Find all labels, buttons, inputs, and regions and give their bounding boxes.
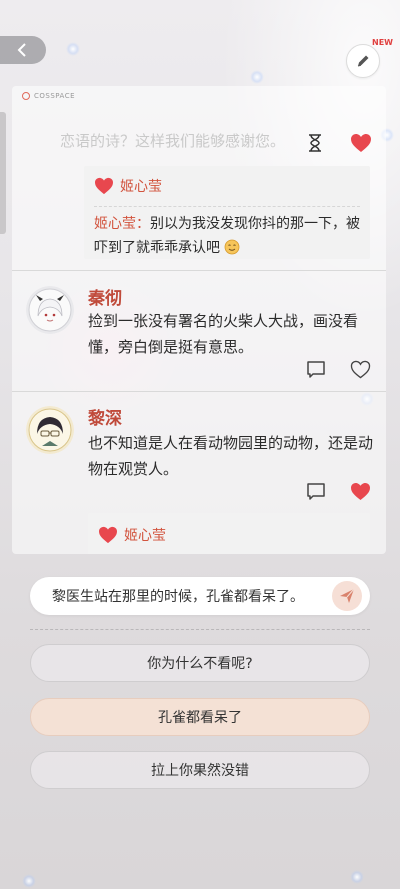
likes-reply-block: 姬心莹 姬心莹：别以为我没发现你抖的那一下，被吓到了就乖乖承认吧 xyxy=(84,166,370,259)
reply-author[interactable]: 姬心莹： xyxy=(94,216,150,232)
comment-text: 也不知道是人在看动物园里的动物，还是动物在观赏人。 xyxy=(88,434,374,478)
comment-text: 捡到一张没有署名的火柴人大战，画没看懂，旁白倒是挺有意思。 xyxy=(88,312,359,356)
reply-line[interactable]: 姬心莹：别以为我没发现你抖的那一下，被吓到了就乖乖承认吧 xyxy=(94,212,362,260)
paper-plane-icon xyxy=(340,588,355,603)
reply-option[interactable]: 拉上你果然没错 xyxy=(30,751,370,789)
avatar[interactable] xyxy=(26,286,74,334)
post-text-faded: 恋语的诗？这样我们能够感谢您。 xyxy=(60,132,286,150)
like-heart-icon[interactable] xyxy=(350,482,371,501)
side-scroll-handle[interactable] xyxy=(0,112,6,234)
chevron-left-icon xyxy=(17,43,26,57)
liker-name[interactable]: 姬心莹 xyxy=(120,176,162,196)
comment-bubble-icon[interactable] xyxy=(306,360,326,379)
reply-input-value: 黎医生站在那里的时候，孔雀都看呆了。 xyxy=(52,589,304,605)
reply-input[interactable]: 黎医生站在那里的时候，孔雀都看呆了。 xyxy=(30,577,370,615)
brand-mark-icon xyxy=(22,92,30,100)
reply-option-selected[interactable]: 孔雀都看呆了 xyxy=(30,698,370,736)
liker-name[interactable]: 姬心莹 xyxy=(124,525,166,545)
pencil-icon xyxy=(357,55,369,67)
avatar[interactable] xyxy=(26,406,74,454)
smile-emoji-icon xyxy=(225,239,240,255)
comment-bubble-icon[interactable] xyxy=(306,482,326,501)
moments-card[interactable]: COSSPACE 恋语的诗？这样我们能够感谢您。 姬心莹 姬心莹：别以为我没发现… xyxy=(12,86,386,554)
hourglass-icon[interactable] xyxy=(308,134,322,152)
divider xyxy=(30,629,370,630)
commenter-name[interactable]: 黎深 xyxy=(88,404,122,429)
edit-button[interactable] xyxy=(346,44,380,78)
divider xyxy=(94,206,360,207)
new-badge: NEW xyxy=(372,38,393,47)
likes-block: 姬心莹 xyxy=(88,513,370,554)
divider xyxy=(12,270,386,271)
commenter-name[interactable]: 秦彻 xyxy=(88,284,122,309)
brand-logo: COSSPACE xyxy=(22,92,75,100)
brand-text: COSSPACE xyxy=(34,92,76,100)
back-button[interactable] xyxy=(0,36,46,64)
send-button[interactable] xyxy=(332,581,362,611)
reply-option[interactable]: 你为什么不看呢? xyxy=(30,644,370,682)
heart-icon xyxy=(95,177,113,195)
heart-icon xyxy=(99,526,117,544)
like-heart-outline-icon[interactable] xyxy=(350,360,371,379)
divider xyxy=(12,391,386,392)
like-heart-icon[interactable] xyxy=(350,133,372,153)
